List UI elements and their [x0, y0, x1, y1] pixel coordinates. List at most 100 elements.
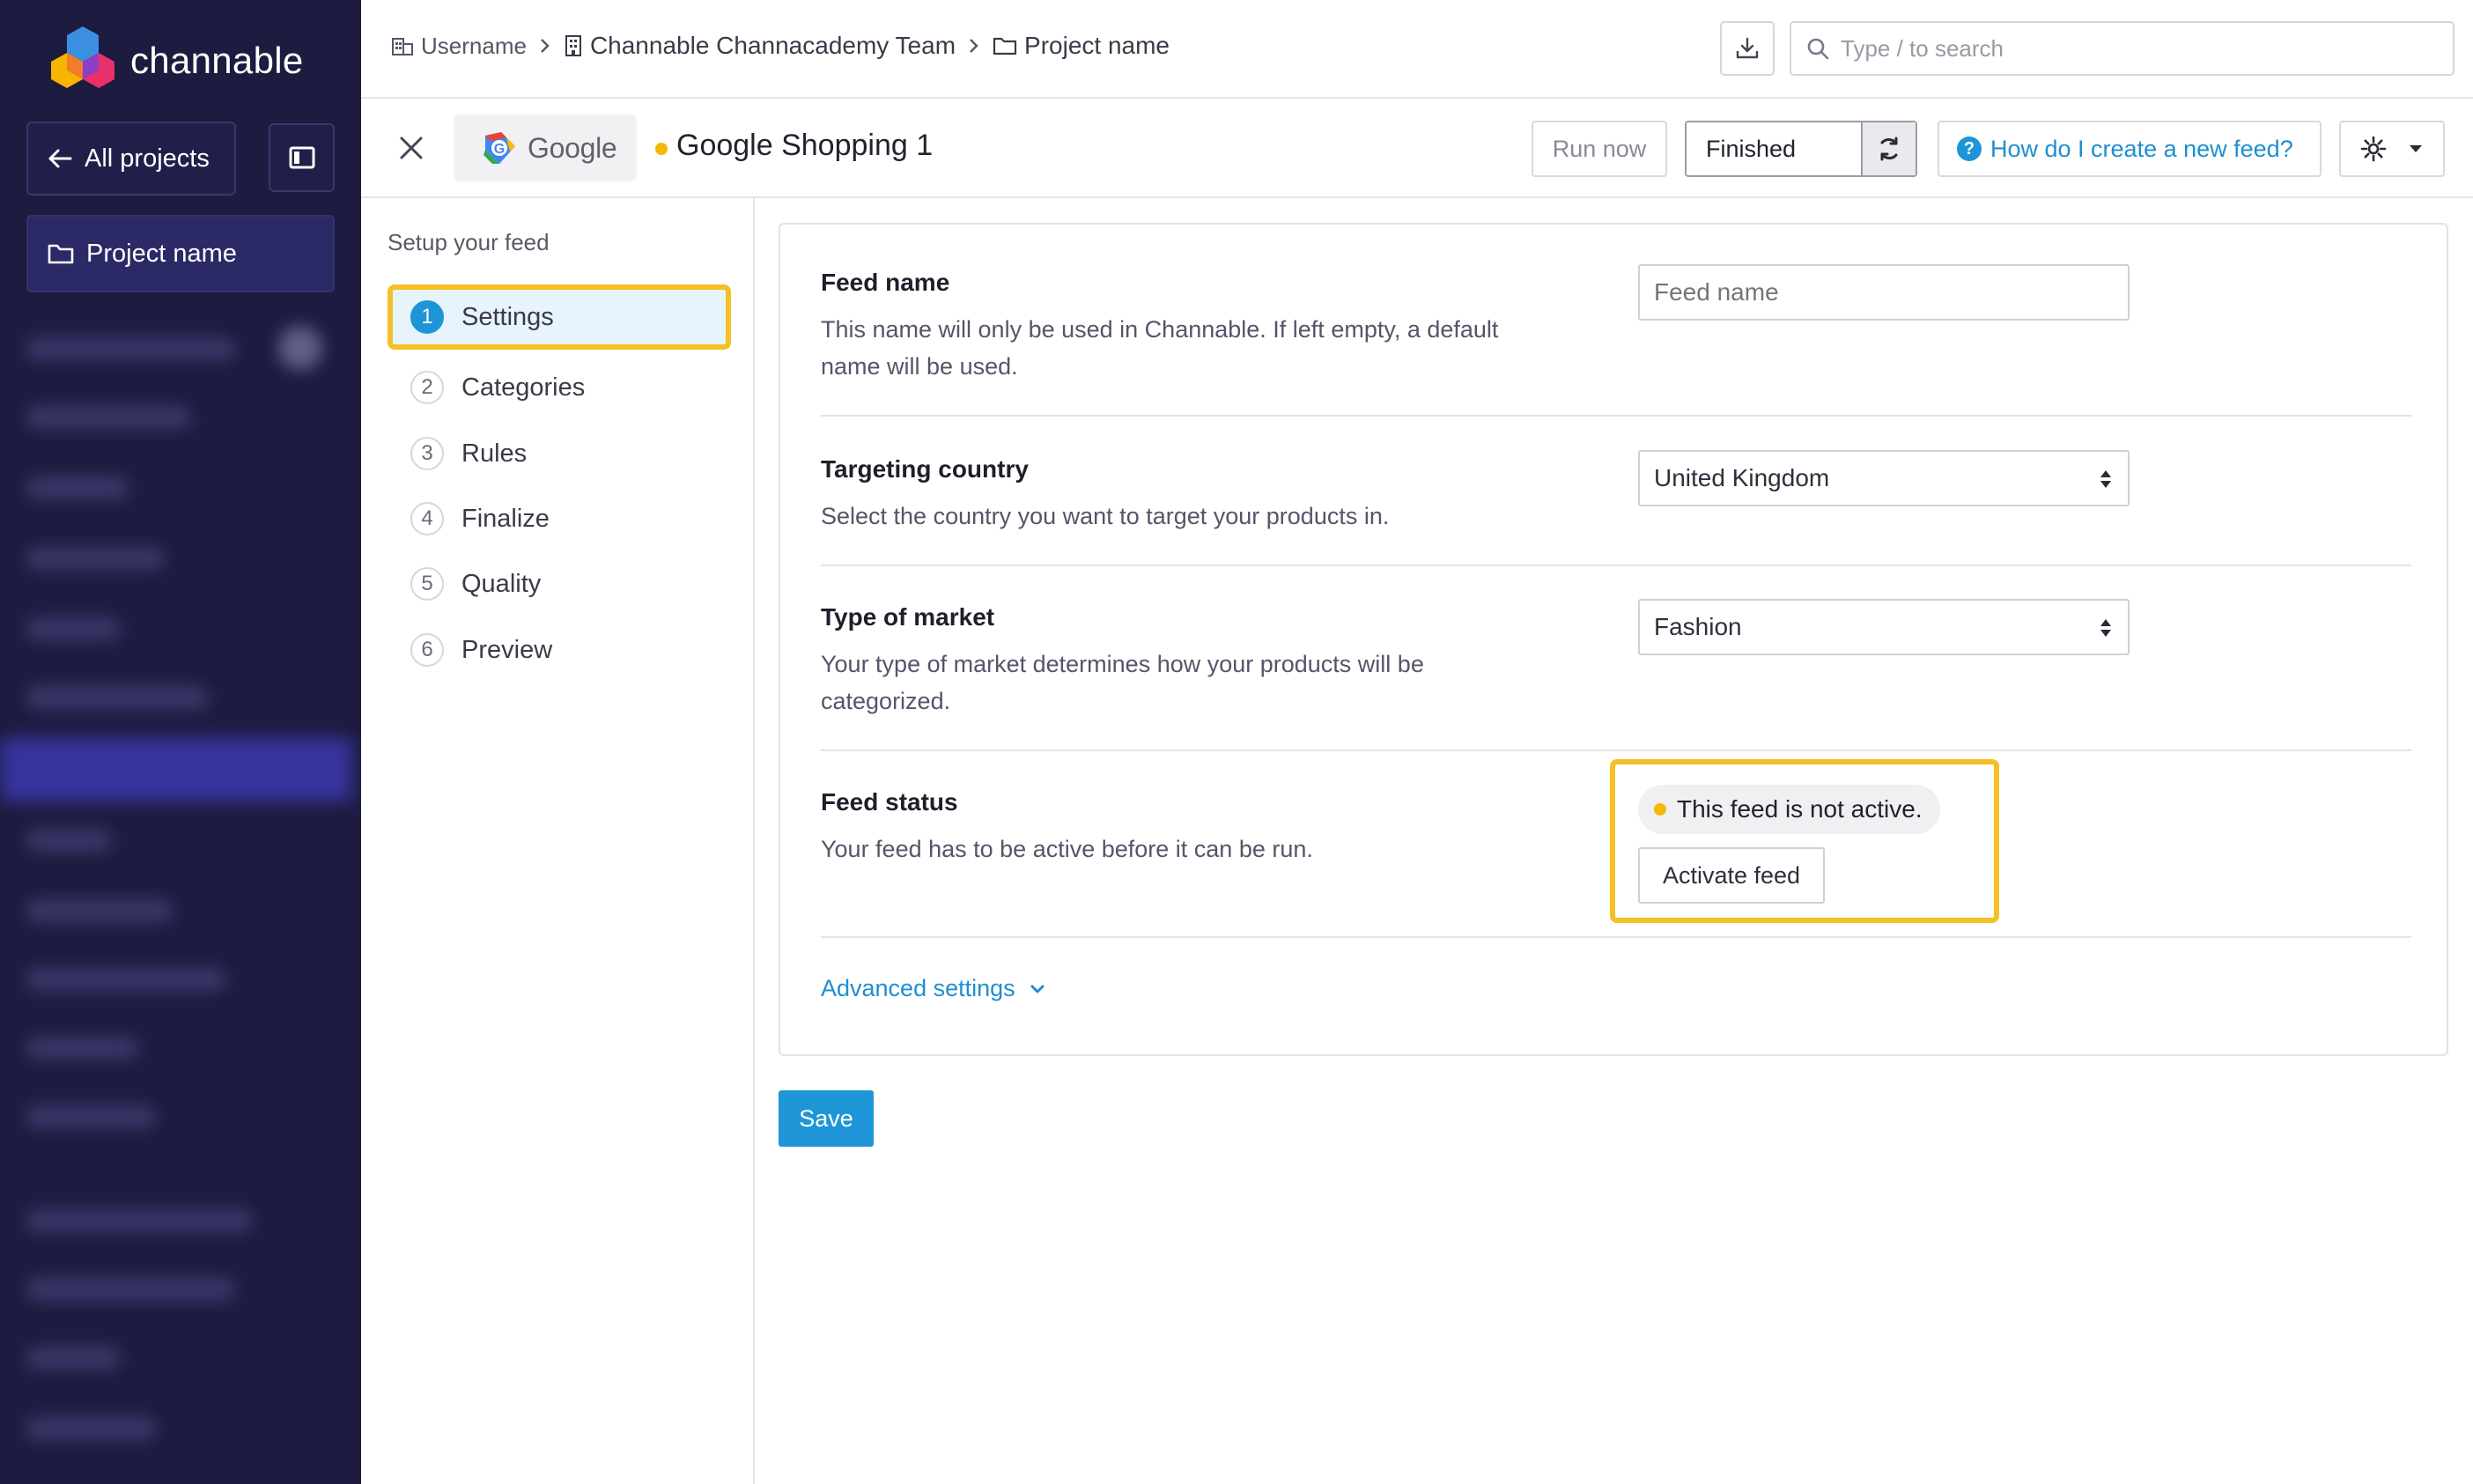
collapse-sidebar-button[interactable] — [269, 123, 335, 192]
step-categories[interactable]: 2 Categories — [388, 355, 731, 420]
close-icon — [400, 137, 423, 159]
arrow-left-icon — [48, 149, 72, 168]
targeting-country-label: Targeting country — [821, 455, 1029, 483]
divider — [821, 936, 2411, 938]
blurred-nav-item-active[interactable] — [0, 738, 352, 801]
market-type-value: Fashion — [1654, 613, 1742, 640]
blurred-nav-item[interactable] — [25, 1346, 122, 1370]
refresh-button[interactable] — [1861, 122, 1916, 175]
blurred-nav-item[interactable] — [25, 476, 130, 500]
blurred-nav-badge — [278, 326, 322, 370]
feed-status-text: This feed is not active. — [1677, 795, 1923, 823]
svg-text:G: G — [494, 142, 505, 157]
feed-name-input[interactable] — [1638, 264, 2130, 321]
search-placeholder: Type / to search — [1841, 34, 2004, 62]
sidebar-toggle-icon — [289, 146, 314, 169]
market-type-select[interactable]: Fashion — [1638, 599, 2130, 655]
feed-status-description: Your feed has to be active before it can… — [821, 836, 1313, 862]
refresh-icon — [1880, 137, 1898, 161]
google-shopping-icon: G — [484, 132, 515, 164]
divider — [821, 565, 2411, 566]
blurred-nav-item[interactable] — [25, 1208, 254, 1233]
status-dot — [1654, 803, 1666, 816]
advanced-settings-label: Advanced settings — [821, 975, 1015, 1001]
blurred-nav-item[interactable] — [25, 546, 166, 571]
blurred-nav-item[interactable] — [25, 1036, 139, 1060]
blurred-nav-item[interactable] — [25, 1416, 157, 1441]
activate-feed-button[interactable]: Activate feed — [1638, 847, 1825, 904]
organization-icon — [392, 38, 413, 55]
step-quality[interactable]: 5 Quality — [388, 551, 731, 616]
feed-status-label: Feed status — [821, 788, 958, 816]
blurred-nav-item[interactable] — [25, 1277, 236, 1302]
download-icon — [1736, 37, 1759, 59]
google-channel-badge: G Google — [454, 114, 637, 181]
blurred-nav-item[interactable] — [25, 336, 236, 361]
all-projects-button[interactable]: All projects — [26, 122, 236, 196]
feed-settings-card: Feed name This name will only be used in… — [779, 223, 2448, 1056]
feed-status-control: Finished — [1685, 121, 1917, 177]
search-input[interactable]: Type / to search — [1790, 21, 2455, 76]
blurred-nav-item[interactable] — [25, 967, 227, 992]
run-now-button[interactable]: Run now — [1532, 121, 1667, 177]
feed-title: Google Shopping 1 — [676, 129, 934, 162]
feed-run-status: Finished — [1706, 135, 1797, 162]
breadcrumb-team[interactable]: Channable Channacademy Team — [564, 32, 956, 60]
activate-feed-label: Activate feed — [1662, 861, 1801, 889]
divider — [821, 415, 2411, 417]
breadcrumb-user[interactable]: Username — [391, 33, 527, 60]
feed-name-label: Feed name — [821, 269, 950, 296]
top-bar: Username Channable Channacademy Team Pro… — [361, 0, 2473, 99]
download-button[interactable] — [1720, 21, 1775, 76]
building-icon — [565, 35, 581, 56]
caret-down-icon — [2410, 145, 2422, 152]
feed-inactive-badge: This feed is not active. — [1638, 785, 1940, 834]
feed-status-dot — [655, 143, 668, 155]
breadcrumb-team-label: Channable Channacademy Team — [589, 32, 956, 59]
step-number: 2 — [410, 371, 444, 404]
step-label: Finalize — [461, 504, 550, 533]
blurred-nav-item[interactable] — [25, 405, 192, 430]
gear-icon — [2360, 136, 2387, 162]
breadcrumb-project[interactable]: Project name — [993, 32, 1170, 60]
step-number: 6 — [410, 633, 444, 667]
search-icon — [1807, 38, 1829, 60]
step-rules[interactable]: 3 Rules — [388, 421, 731, 486]
folder-icon — [993, 37, 1017, 55]
steps-heading: Setup your feed — [388, 229, 550, 255]
help-link[interactable]: ? How do I create a new feed? — [1938, 121, 2322, 177]
project-name-label: Project name — [86, 239, 237, 268]
step-settings[interactable]: 1 Settings — [388, 284, 731, 350]
help-link-label: How do I create a new feed? — [1990, 135, 2293, 162]
breadcrumb: Username Channable Channacademy Team Pro… — [391, 32, 1170, 60]
blurred-nav-item[interactable] — [25, 828, 113, 853]
step-label: Settings — [461, 302, 554, 331]
step-label: Quality — [461, 569, 542, 598]
save-label: Save — [799, 1104, 853, 1132]
targeting-country-description: Select the country you want to target yo… — [821, 503, 1390, 529]
channable-logo-icon — [51, 26, 114, 88]
feed-name-description: This name will only be used in Channable… — [821, 316, 1499, 380]
save-button[interactable]: Save — [779, 1090, 874, 1147]
step-number: 5 — [410, 567, 444, 601]
sidebar-item-project[interactable]: Project name — [26, 215, 335, 292]
chevron-right-icon — [539, 37, 551, 55]
targeting-country-select[interactable]: United Kingdom — [1638, 450, 2130, 506]
blurred-nav-item[interactable] — [25, 898, 174, 923]
step-preview[interactable]: 6 Preview — [388, 617, 731, 683]
chevron-right-icon — [968, 37, 980, 55]
provider-name: Google — [528, 131, 617, 164]
sidebar: channable All projects Project name — [0, 0, 361, 1484]
step-finalize[interactable]: 4 Finalize — [388, 486, 731, 551]
blurred-nav-item[interactable] — [25, 616, 122, 641]
channable-logo[interactable]: channable — [49, 25, 304, 97]
feed-settings-dropdown[interactable] — [2339, 121, 2445, 177]
blurred-nav-item[interactable] — [25, 1104, 157, 1129]
blurred-nav-item[interactable] — [25, 685, 210, 710]
breadcrumb-user-label: Username — [421, 32, 527, 59]
feed-header: G Google Google Shopping 1 Run now Finis… — [361, 99, 2473, 198]
divider — [821, 749, 2411, 751]
targeting-country-value: United Kingdom — [1654, 464, 1830, 491]
advanced-settings-toggle[interactable]: Advanced settings — [821, 975, 1045, 1002]
close-button[interactable] — [394, 130, 429, 166]
